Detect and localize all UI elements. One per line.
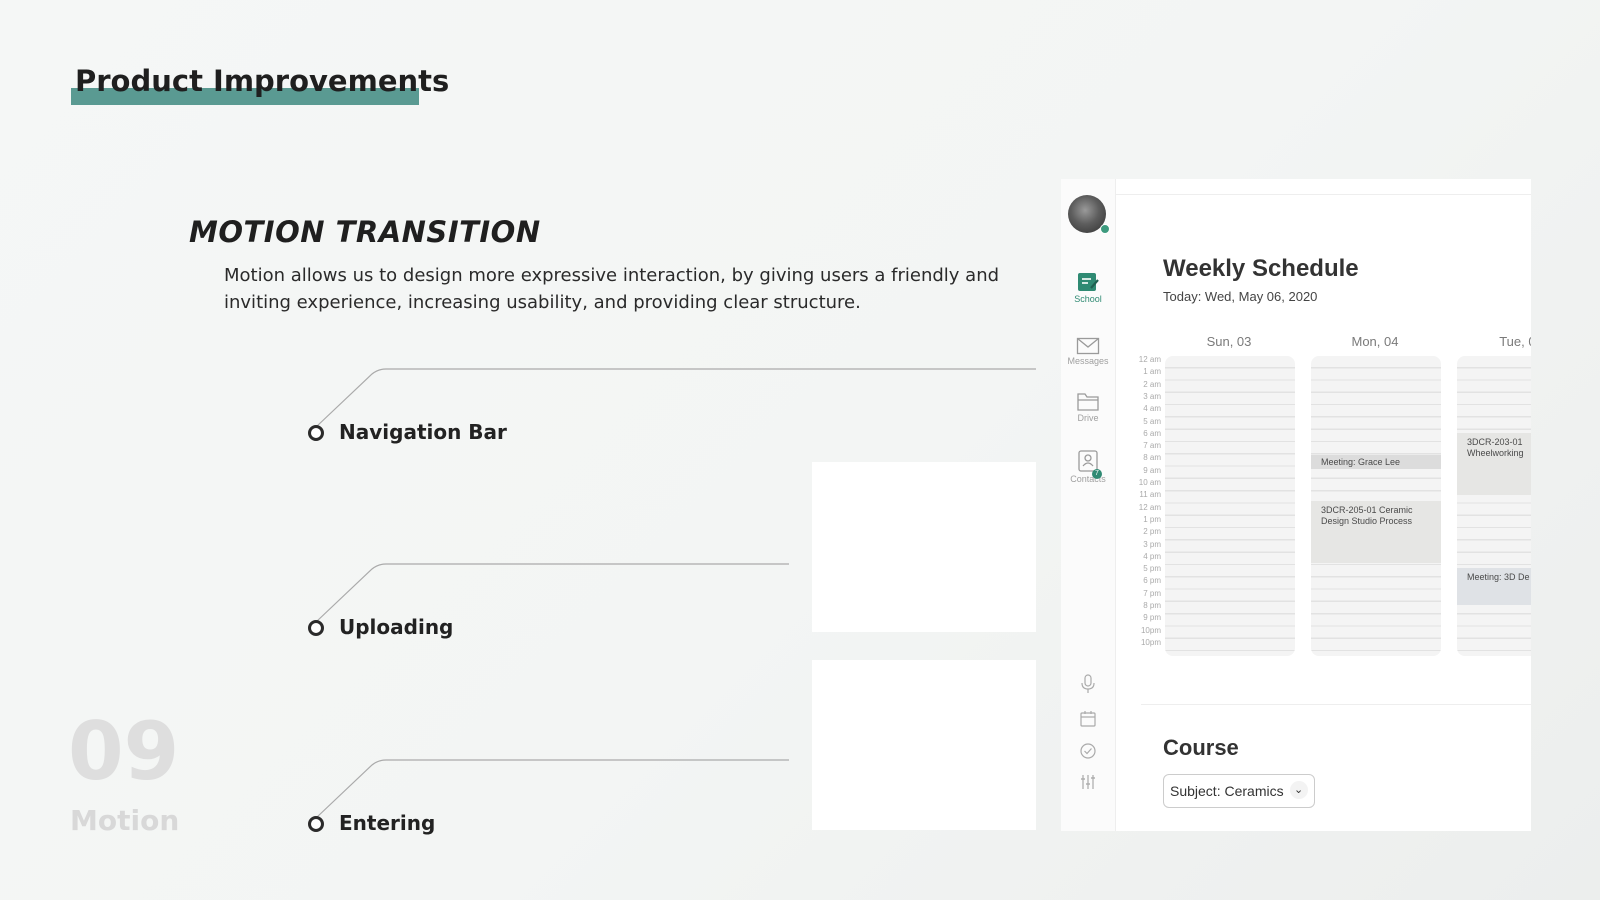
day-header-mon: Mon, 04 [1351, 334, 1399, 349]
subject-select-value: Subject: Ceramics [1170, 783, 1284, 799]
leader-line-entering [315, 759, 789, 819]
hour-label: 8 am [1143, 453, 1161, 463]
course-title: Course [1163, 735, 1239, 760]
page-number: 09 [68, 705, 180, 798]
nav-label-drive: Drive [1077, 413, 1099, 423]
day-column-tue[interactable]: 3DCR-203-01 Wheelworking Meeting: 3D De [1457, 356, 1531, 656]
hour-label: 7 pm [1143, 588, 1161, 598]
calendar-icon[interactable] [1078, 709, 1098, 729]
leader-line-navigation [315, 368, 1036, 428]
hour-label: 12 am [1138, 502, 1161, 512]
day-column-mon[interactable]: Meeting: Grace Lee 3DCR-205-01 Ceramic D… [1311, 356, 1441, 656]
bullet-uploading [308, 620, 324, 636]
subject-select[interactable]: Subject: Ceramics ⌄ [1163, 774, 1315, 808]
event-wheelworking[interactable]: 3DCR-203-01 Wheelworking [1457, 433, 1531, 495]
hour-label: 10pm [1140, 625, 1161, 635]
chevron-down-icon: ⌄ [1289, 781, 1308, 799]
hour-label: 1 am [1143, 367, 1161, 377]
day-header-sun: Sun, 03 [1206, 334, 1252, 349]
nav-item-messages[interactable]: Messages [1061, 337, 1115, 366]
section-heading: MOTION TRANSITION [189, 215, 541, 249]
navigation-sidebar: School Messages Drive 7 Contacts [1061, 179, 1116, 831]
item-navigation-bar: Navigation Bar [339, 420, 507, 444]
nav-label-contacts: Contacts [1070, 474, 1106, 484]
day-column-sun[interactable] [1165, 356, 1295, 656]
online-status-dot [1100, 224, 1110, 234]
slide-title-block: Product Improvements [71, 64, 450, 105]
folder-icon [1077, 393, 1099, 411]
hour-label: 1 pm [1143, 514, 1161, 524]
hour-label: 7 am [1143, 441, 1161, 451]
check-circle-icon[interactable] [1078, 741, 1098, 761]
hour-label: 3 am [1143, 391, 1161, 401]
nav-item-contacts[interactable]: 7 Contacts [1061, 449, 1115, 484]
slide-title: Product Improvements [75, 64, 450, 98]
nav-item-drive[interactable]: Drive [1061, 390, 1115, 423]
contacts-badge: 7 [1092, 469, 1102, 479]
nav-item-school[interactable]: School [1061, 271, 1115, 304]
hour-label: 10pm [1140, 637, 1161, 647]
day-header-tue: Tue, 05 [1499, 334, 1531, 349]
hour-label: 9 pm [1143, 613, 1161, 623]
event-ceramic-design[interactable]: 3DCR-205-01 Ceramic Design Studio Proces… [1311, 501, 1441, 563]
section-divider [1141, 704, 1531, 705]
page-section-label: Motion [70, 804, 180, 837]
hour-label: 11 am [1139, 490, 1161, 500]
hour-label: 3 pm [1143, 539, 1161, 549]
hour-label: 4 pm [1143, 551, 1161, 561]
header-divider [1115, 194, 1531, 195]
hour-label: 2 am [1143, 379, 1161, 389]
hour-label: 5 pm [1143, 564, 1161, 574]
schedule-title: Weekly Schedule [1163, 255, 1359, 282]
hour-label: 12 am [1138, 355, 1161, 364]
hour-label: 8 pm [1143, 601, 1161, 610]
event-meeting-3d[interactable]: Meeting: 3D De [1457, 568, 1531, 605]
today-date: Today: Wed, May 06, 2020 [1163, 289, 1318, 304]
hour-label: 6 pm [1143, 576, 1161, 586]
bullet-navigation [308, 425, 324, 441]
uploading-preview-box [812, 462, 1036, 632]
sliders-icon[interactable] [1078, 772, 1098, 792]
section-description: Motion allows us to design more expressi… [224, 265, 1000, 313]
microphone-icon[interactable] [1078, 674, 1098, 694]
nav-label-messages: Messages [1067, 356, 1109, 366]
hour-label: 10 am [1138, 478, 1161, 487]
item-entering: Entering [339, 811, 436, 835]
nav-label-school: School [1074, 294, 1102, 304]
bullet-entering [308, 816, 324, 832]
envelope-icon [1076, 337, 1100, 355]
item-uploading: Uploading [339, 615, 454, 639]
hour-label: 2 pm [1143, 527, 1161, 537]
school-icon [1078, 273, 1099, 291]
hour-label: 4 am [1143, 404, 1161, 414]
app-screenshot: School Messages Drive 7 Contacts Weekly … [1061, 179, 1531, 831]
entering-preview-box [812, 660, 1036, 830]
hour-label: 6 am [1143, 428, 1161, 438]
leader-line-uploading [315, 563, 789, 623]
hour-label: 9 am [1143, 465, 1161, 475]
event-meeting-grace-lee[interactable]: Meeting: Grace Lee [1311, 455, 1441, 469]
hour-label: 5 am [1143, 416, 1161, 426]
